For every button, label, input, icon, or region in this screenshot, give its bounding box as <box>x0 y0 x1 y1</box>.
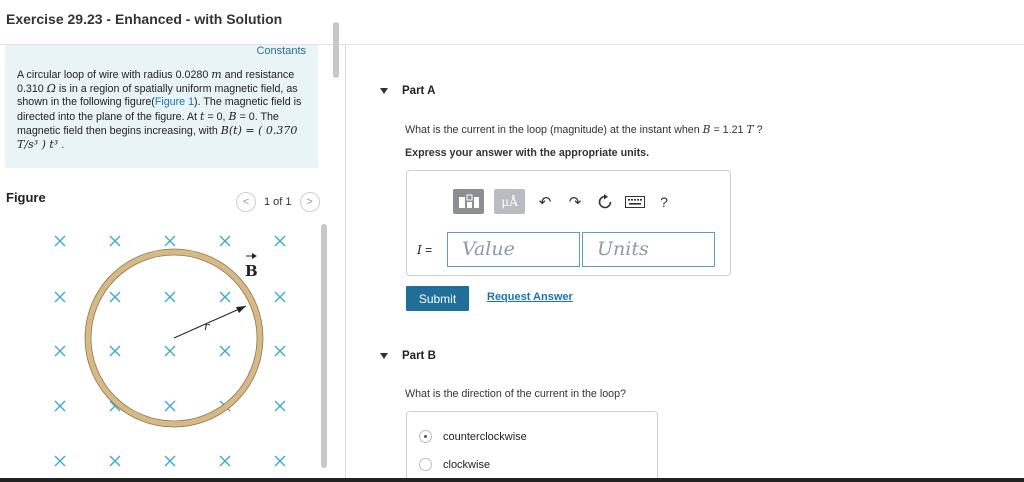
radius-arrowhead <box>236 306 246 313</box>
option-counterclockwise[interactable]: counterclockwise <box>419 430 527 443</box>
figure-heading: Figure <box>6 190 46 205</box>
part-a-header[interactable]: Part A <box>380 85 435 97</box>
caret-down-icon <box>380 353 388 359</box>
direction-choices: counterclockwise clockwise <box>406 411 658 482</box>
field-x-marker <box>109 291 121 303</box>
keyboard-glyph-icon <box>625 195 645 208</box>
field-x-marker <box>54 291 66 303</box>
templates-glyph-icon <box>458 194 479 208</box>
field-x-marker <box>274 291 286 303</box>
part-a-question: What is the current in the loop (magnitu… <box>405 123 763 136</box>
field-x-marker <box>54 455 66 467</box>
reset-glyph-icon <box>598 193 612 208</box>
undo-icon[interactable]: ↶ <box>535 192 555 212</box>
radius-label: r <box>204 320 210 333</box>
field-vector-arrowhead <box>252 253 257 259</box>
field-x-marker <box>274 345 286 357</box>
magnetic-field-figure: r B <box>54 235 286 467</box>
help-button[interactable]: ? <box>655 194 673 210</box>
part-b-title: Part B <box>402 350 436 362</box>
figure-link[interactable]: Figure 1 <box>155 96 194 108</box>
field-x-marker <box>109 345 121 357</box>
field-label: B <box>245 262 258 280</box>
part-b-header[interactable]: Part B <box>380 350 436 362</box>
units-button[interactable]: μÅ <box>494 189 525 214</box>
problem-scrollbar[interactable] <box>333 22 339 78</box>
field-x-marker <box>219 345 231 357</box>
answer-input-box: μÅ ↶ ↷ ? I = Value Units <box>406 170 731 276</box>
field-x-marker <box>164 291 176 303</box>
previous-figure-button[interactable]: < <box>236 192 256 212</box>
field-x-marker <box>109 235 121 247</box>
radius-line <box>173 305 247 339</box>
field-x-marker <box>274 400 286 412</box>
field-x-marker <box>274 455 286 467</box>
option-label: counterclockwise <box>443 430 527 443</box>
units-input[interactable]: Units <box>582 232 715 267</box>
figure-scrollbar[interactable] <box>321 224 327 468</box>
field-x-marker <box>54 345 66 357</box>
field-x-marker <box>164 400 176 412</box>
page-title: Exercise 29.23 - Enhanced - with Solutio… <box>6 11 283 27</box>
keyboard-icon[interactable] <box>625 192 645 212</box>
field-x-marker <box>164 235 176 247</box>
request-answer-link[interactable]: Request Answer <box>487 291 573 303</box>
field-x-marker <box>164 455 176 467</box>
redo-icon[interactable]: ↷ <box>565 192 585 212</box>
problem-text: A circular loop of wire with radius 0.02… <box>17 68 302 152</box>
field-x-marker <box>109 455 121 467</box>
radio-button[interactable] <box>419 458 432 471</box>
part-a-title: Part A <box>402 85 436 97</box>
radio-button[interactable] <box>419 430 432 443</box>
option-label: clockwise <box>443 458 491 471</box>
value-input[interactable]: Value <box>447 232 580 267</box>
part-b-question: What is the direction of the current in … <box>405 388 626 400</box>
next-figure-button[interactable]: > <box>299 192 320 212</box>
reset-icon[interactable] <box>595 192 615 212</box>
field-x-marker <box>219 291 231 303</box>
field-x-marker <box>274 235 286 247</box>
figure-page-indicator: 1 of 1 <box>264 196 292 208</box>
panel-divider <box>345 45 346 482</box>
templates-icon[interactable] <box>453 189 484 214</box>
option-clockwise[interactable]: clockwise <box>419 458 490 471</box>
answer-variable-label: I = <box>417 243 433 257</box>
part-a-instructions: Express your answer with the appropriate… <box>405 147 650 159</box>
problem-statement-box: Constants A circular loop of wire with r… <box>5 45 318 168</box>
figure-pager: < 1 of 1 > <box>236 192 320 212</box>
bottom-edge-bar <box>0 478 1024 482</box>
field-x-marker <box>54 400 66 412</box>
field-x-marker <box>54 235 66 247</box>
field-x-marker <box>164 345 176 357</box>
field-x-marker <box>219 235 231 247</box>
constants-link[interactable]: Constants <box>256 45 306 57</box>
caret-down-icon <box>380 88 388 94</box>
submit-button[interactable]: Submit <box>406 286 469 311</box>
field-x-marker <box>219 455 231 467</box>
math-toolbar: μÅ ↶ ↷ ? <box>453 189 673 214</box>
